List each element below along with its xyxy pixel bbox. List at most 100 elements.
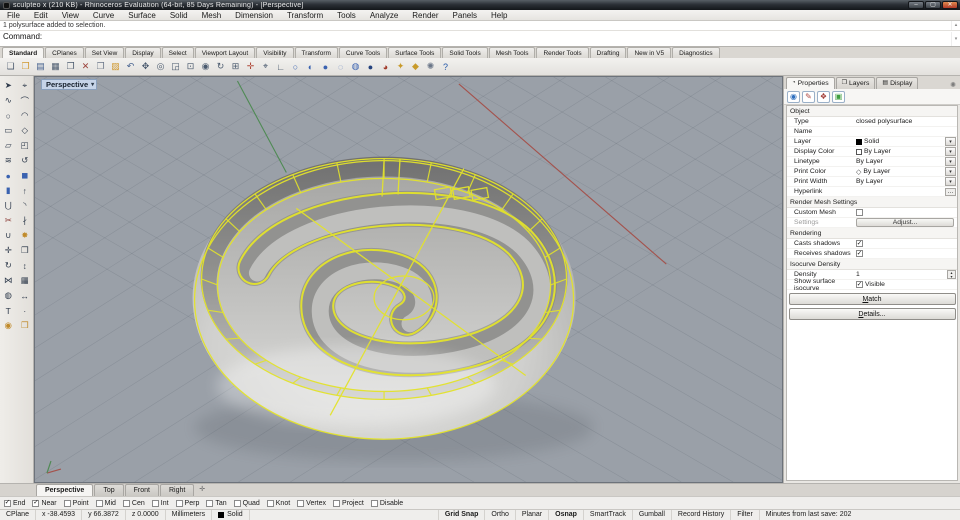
status-cell[interactable]: Solid	[212, 510, 250, 520]
menu-item[interactable]: Help	[484, 10, 514, 21]
toolbar-tab[interactable]: Drafting	[590, 47, 627, 58]
dropdown-button[interactable]: ▾	[945, 177, 956, 186]
osnap-item[interactable]: ✓ Tan	[206, 500, 226, 507]
osnap-item[interactable]: ✓ Knot	[267, 500, 290, 507]
menu-item[interactable]: Panels	[446, 10, 484, 21]
material-icon[interactable]: ✎	[802, 91, 815, 103]
curve-boolean-icon[interactable]: ◍	[0, 288, 17, 303]
shadow-checkbox[interactable]: ✓	[856, 240, 863, 247]
panel-tab[interactable]: ▤ Display	[876, 77, 918, 89]
fillet-icon[interactable]: ◝	[17, 198, 34, 213]
adjust-button[interactable]: Adjust...	[856, 218, 954, 227]
command-scroll-down[interactable]: ▾	[951, 32, 960, 46]
select-pointer-icon[interactable]: ➤	[0, 78, 17, 93]
point-icon[interactable]: ∙	[17, 303, 34, 318]
options-icon[interactable]: ✺	[423, 59, 438, 74]
toolbar-tab[interactable]: Surface Tools	[388, 47, 441, 58]
interpolate-curve-icon[interactable]: ⌒	[17, 93, 34, 108]
osnap-item[interactable]: ✓ Cen	[123, 500, 145, 507]
status-cell[interactable]: y 66.3872	[82, 510, 126, 520]
status-toggle[interactable]: Ortho	[485, 510, 516, 520]
panel-tab[interactable]: ❒ Layers	[836, 77, 876, 89]
undo-icon[interactable]: ↶	[123, 59, 138, 74]
dropdown-button[interactable]: ▾	[945, 147, 956, 156]
zoom-selected-icon[interactable]: ◉	[198, 59, 213, 74]
menu-item[interactable]: Render	[405, 10, 445, 21]
mirror-icon[interactable]: ⋈	[0, 273, 17, 288]
move-object-icon[interactable]: ✛	[0, 243, 17, 258]
paste-icon[interactable]: ▨	[108, 59, 123, 74]
viewport-title-menu[interactable]: Perspective ▾	[41, 79, 97, 90]
gear-icon[interactable]: ✺	[950, 81, 958, 89]
pan-view-icon[interactable]: ✥	[138, 59, 153, 74]
menu-item[interactable]: File	[0, 10, 27, 21]
open-folder-icon[interactable]: ❒	[18, 59, 33, 74]
viewport-canvas[interactable]	[35, 77, 782, 482]
status-toggle[interactable]: SmartTrack	[584, 510, 633, 520]
details-button[interactable]: Details...	[789, 308, 956, 320]
split-icon[interactable]: ∤	[17, 213, 34, 228]
osnap-checkbox[interactable]: ✓	[123, 500, 130, 507]
menu-item[interactable]: Edit	[27, 10, 55, 21]
toolbar-tab[interactable]: Diagnostics	[672, 47, 720, 58]
toolbar-tab[interactable]: Curve Tools	[339, 47, 387, 58]
toolbar-tab[interactable]: Visibility	[256, 47, 293, 58]
osnap-item[interactable]: ✓ Int	[152, 500, 169, 507]
cylinder-icon[interactable]: ▮	[0, 183, 17, 198]
box-icon[interactable]: ◼	[17, 168, 34, 183]
visible-checkbox[interactable]: ✓	[856, 281, 863, 288]
status-toggle[interactable]: Osnap	[549, 510, 584, 520]
menu-item[interactable]: Surface	[121, 10, 163, 21]
status-cell[interactable]: CPlane	[0, 510, 36, 520]
visibility-icon[interactable]: ◉	[0, 318, 17, 333]
menu-item[interactable]: Curve	[86, 10, 121, 21]
loft-icon[interactable]: ≋	[0, 153, 17, 168]
toolbar-tab[interactable]: Select	[162, 47, 194, 58]
osnap-checkbox[interactable]: ✓	[32, 500, 39, 507]
perspective-viewport[interactable]: Perspective ▾	[34, 76, 783, 483]
menu-item[interactable]: View	[55, 10, 86, 21]
ghosted-display-icon[interactable]: ◌	[333, 59, 348, 74]
menu-item[interactable]: Transform	[280, 10, 330, 21]
dropdown-button[interactable]: ▾	[945, 137, 956, 146]
osnap-item[interactable]: ✓ Quad	[234, 500, 260, 507]
layer-tools-icon[interactable]: ❒	[17, 318, 34, 333]
osnap-checkbox[interactable]: ✓	[234, 500, 241, 507]
move-icon[interactable]: ✛	[243, 59, 258, 74]
toolbar-tab[interactable]: Set View	[85, 47, 125, 58]
text-icon[interactable]: T	[0, 303, 17, 318]
viewport-tab[interactable]: Right	[160, 484, 194, 496]
rendered-display-icon[interactable]: ●	[318, 59, 333, 74]
toolbar-tab[interactable]: Solid Tools	[442, 47, 487, 58]
toolbar-tab[interactable]: New in V5	[627, 47, 671, 58]
command-prompt[interactable]: Command:	[3, 32, 951, 46]
custom-mesh-checkbox[interactable]: ✓	[856, 209, 863, 216]
dimension-icon[interactable]: ↔	[17, 288, 34, 303]
osnap-checkbox[interactable]: ✓	[297, 500, 304, 507]
viewport-tab[interactable]: Perspective	[36, 484, 93, 496]
menu-item[interactable]: Solid	[163, 10, 195, 21]
texture-mapping-icon[interactable]: ▣	[832, 91, 845, 103]
osnap-checkbox[interactable]: ✓	[152, 500, 159, 507]
osnap-checkbox[interactable]: ✓	[267, 500, 274, 507]
new-viewport-tab-icon[interactable]: ✛	[199, 484, 205, 496]
ortho-icon[interactable]: ∟	[273, 59, 288, 74]
xray-display-icon[interactable]: ◍	[348, 59, 363, 74]
osnap-item[interactable]: ✓ Mid	[96, 500, 116, 507]
toolbar-tab[interactable]: Render Tools	[536, 47, 588, 58]
lights-icon[interactable]: ✦	[393, 59, 408, 74]
status-toggle[interactable]: Gumball	[633, 510, 672, 520]
toolbar-tab[interactable]: Viewport Layout	[195, 47, 256, 58]
window-button[interactable]: –	[908, 1, 924, 9]
arc-icon[interactable]: ◠	[17, 108, 34, 123]
circle-icon[interactable]: ○	[0, 108, 17, 123]
osnap-item[interactable]: ✓ End	[4, 500, 25, 507]
zoom-dynamic-icon[interactable]: ◎	[153, 59, 168, 74]
osnap-item[interactable]: ✓ Near	[32, 500, 56, 507]
surface-corner-icon[interactable]: ◰	[17, 138, 34, 153]
osnap-checkbox[interactable]: ✓	[176, 500, 183, 507]
boolean-union-icon[interactable]: ⋃	[0, 198, 17, 213]
shadow-checkbox[interactable]: ✓	[856, 250, 863, 257]
toolbar-tab[interactable]: Display	[125, 47, 160, 58]
wireframe-display-icon[interactable]: ○	[288, 59, 303, 74]
